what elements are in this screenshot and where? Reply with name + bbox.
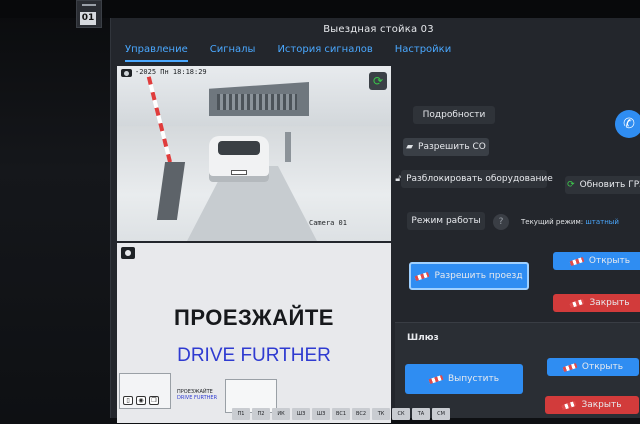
gateway-close-button[interactable]: Закрыть <box>545 396 639 414</box>
work-mode-label: Режим работы <box>411 216 481 226</box>
status-chip: ВС2 <box>352 408 370 420</box>
refresh-small-icon: ⟳ <box>567 180 575 190</box>
board-text-ru: ПРОЕЗЖАЙТЕ <box>174 305 334 330</box>
status-chip: ШЗ <box>292 408 310 420</box>
barrier-icon <box>428 374 444 384</box>
status-chip: ТА <box>412 408 430 420</box>
release-button[interactable]: Выпустить <box>405 364 523 394</box>
status-chip: ШЗ <box>312 408 330 420</box>
menu-icon <box>82 4 96 8</box>
workspace-badge[interactable]: 01 <box>80 12 96 25</box>
unlock-label: Разблокировать оборудование <box>406 174 553 184</box>
barrier-icon <box>415 271 430 281</box>
close-label: Закрыть <box>589 298 630 308</box>
camera-post <box>285 132 291 162</box>
barrier-icon <box>569 256 585 266</box>
gateway-open-button[interactable]: Открыть <box>547 358 639 376</box>
snapshot-icon[interactable] <box>121 247 135 259</box>
update-grz-label: Обновить ГРЗ <box>579 180 640 190</box>
allow-pass-button[interactable]: Разрешить проезд <box>409 262 529 290</box>
mini-board-en: DRIVE FURTHER <box>177 395 218 401</box>
current-mode: Текущий режим: штатный <box>521 218 619 226</box>
gateway-close-label: Закрыть <box>581 400 622 410</box>
camera-small-icon[interactable]: ◉ <box>136 396 146 405</box>
tab-bar: Управление Сигналы История сигналов Наст… <box>125 44 451 62</box>
barrier-icon <box>562 362 578 372</box>
barrier-icon <box>562 400 577 410</box>
close-button[interactable]: Закрыть <box>553 294 640 312</box>
current-mode-value: штатный <box>585 218 619 226</box>
barrier-icon <box>570 298 585 308</box>
open-button[interactable]: Открыть <box>553 252 640 270</box>
update-grz-button[interactable]: ⟳ Обновить ГРЗ <box>565 176 640 194</box>
board-thumbnail[interactable]: ▯ ◉ ❐ <box>119 373 171 409</box>
help-icon[interactable]: ? <box>493 214 509 230</box>
status-chip: ВС1 <box>332 408 350 420</box>
status-strip: П1 П2 ИК ШЗ ШЗ ВС1 ВС2 ТК СК ТА СМ <box>232 408 450 420</box>
current-mode-label: Текущий режим: <box>521 218 584 226</box>
mini-board-text: ПРОЕЗЖАЙТЕ DRIVE FURTHER <box>177 389 217 401</box>
camera-feed[interactable]: -2025 Пн 18:18:29 Camera 01 ⟳ <box>117 66 391 241</box>
ticket-icon: ▰ <box>406 142 414 152</box>
status-chip: СК <box>392 408 410 420</box>
allow-co-button[interactable]: ▰ Разрешить СО <box>403 138 489 156</box>
unlock-equipment-button[interactable]: 🔓︎ Разблокировать оборудование <box>395 170 553 188</box>
window-title: Выездная стойка 03 <box>323 24 434 35</box>
board-text-en: DRIVE FURTHER <box>177 345 331 366</box>
status-chip: ТК <box>372 408 390 420</box>
lock-icon: 🔓︎ <box>395 174 402 184</box>
camera-timestamp: -2025 Пн 18:18:29 <box>135 68 207 76</box>
bookmark-icon[interactable]: ▯ <box>123 396 133 405</box>
tab-settings[interactable]: Настройки <box>395 44 451 62</box>
phone-icon[interactable]: ✆ <box>615 110 640 138</box>
status-chip: П2 <box>252 408 270 420</box>
gateway-title: Шлюз <box>407 333 439 343</box>
release-label: Выпустить <box>447 374 500 384</box>
tab-signal-history[interactable]: История сигналов <box>277 44 372 62</box>
tab-signals[interactable]: Сигналы <box>210 44 256 62</box>
tab-control[interactable]: Управление <box>125 44 188 62</box>
copy-icon[interactable]: ❐ <box>149 396 159 405</box>
status-chip: П1 <box>232 408 250 420</box>
camera-name: Camera 01 <box>309 219 347 227</box>
open-label: Открыть <box>588 256 631 266</box>
details-button[interactable]: Подробности <box>413 106 495 124</box>
details-label: Подробности <box>422 110 486 120</box>
gateway-open-label: Открыть <box>581 362 624 372</box>
terminal-window: Выездная стойка 03 Управление Сигналы Ис… <box>110 18 640 423</box>
camera-icon[interactable] <box>121 69 132 77</box>
status-chip: СМ <box>432 408 450 420</box>
vehicle <box>209 136 269 182</box>
allow-co-label: Разрешить СО <box>418 142 486 152</box>
status-chip: ИК <box>272 408 290 420</box>
refresh-icon[interactable]: ⟳ <box>369 72 387 90</box>
allow-pass-label: Разрешить проезд <box>434 271 523 281</box>
display-board-preview: ПРОЕЗЖАЙТЕ DRIVE FURTHER ▯ ◉ ❐ ПРОЕЗЖАЙТ… <box>117 243 391 423</box>
work-mode-button[interactable]: Режим работы <box>407 212 485 230</box>
control-panel: Подробности ✆ ▰ Разрешить СО 🔓︎ Разблоки… <box>393 66 640 418</box>
